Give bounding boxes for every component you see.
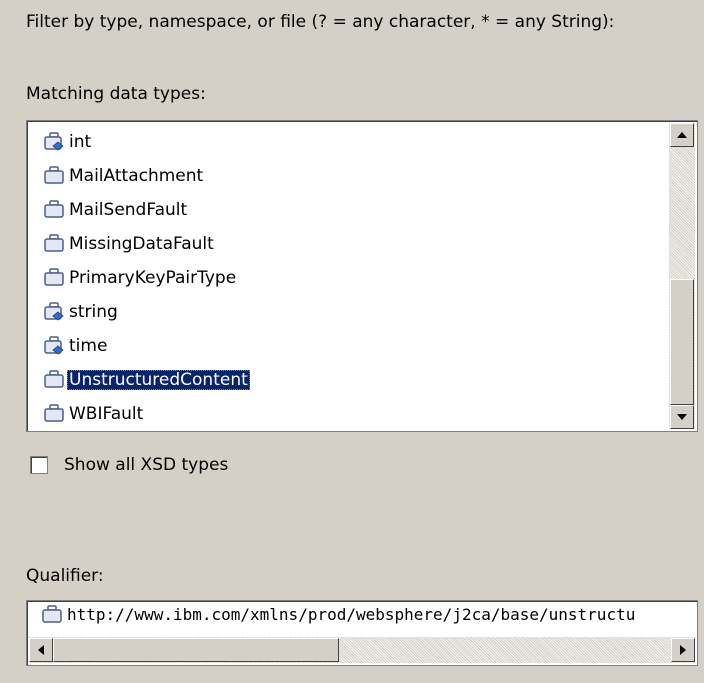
type-item-mailattachment[interactable]: MailAttachment [43, 161, 205, 191]
business-object-icon [44, 268, 64, 286]
qualifier-horizontal-scrollbar[interactable] [29, 637, 695, 663]
scroll-down-button[interactable] [670, 405, 694, 429]
type-item-label: time [69, 336, 108, 356]
type-item-wbifault[interactable]: WBIFault [43, 399, 145, 429]
arrow-left-icon [38, 645, 44, 655]
qualifier-item[interactable]: http://www.ibm.com/xmlns/prod/websphere/… [41, 602, 637, 628]
type-item-missingdatafault[interactable]: MissingDataFault [43, 229, 216, 259]
arrow-right-icon [680, 645, 686, 655]
business-object-icon [44, 234, 64, 252]
qualifier-list[interactable]: http://www.ibm.com/xmlns/prod/websphere/… [26, 600, 698, 666]
business-object-icon [44, 166, 64, 184]
type-item-label: MissingDataFault [69, 234, 214, 254]
type-item-primarykeypairtype[interactable]: PrimaryKeyPairType [43, 263, 238, 293]
business-object-icon [44, 370, 64, 388]
type-item-label: int [69, 132, 92, 152]
scroll-left-button[interactable] [29, 638, 53, 662]
matching-types-list[interactable]: int MailAttachment MailSendFault MissingDat… [26, 120, 698, 432]
qualifier-scroll-thumb[interactable] [53, 638, 339, 662]
type-item-label: WBIFault [69, 404, 144, 424]
qualifier-label: Qualifier: [26, 566, 104, 586]
type-item-string[interactable]: string [43, 297, 120, 327]
type-item-label: PrimaryKeyPairType [69, 268, 237, 288]
show-all-xsd-checkbox[interactable] [30, 456, 48, 474]
type-item-label: string [69, 302, 118, 322]
types-scroll-thumb[interactable] [670, 279, 694, 405]
type-item-label: MailAttachment [69, 166, 204, 186]
filter-label: Filter by type, namespace, or file (? = … [26, 12, 615, 32]
arrow-down-icon [677, 414, 687, 420]
qualifier-value: http://www.ibm.com/xmlns/prod/websphere/… [67, 605, 636, 624]
scroll-up-button[interactable] [670, 123, 694, 147]
arrow-up-icon [677, 132, 687, 138]
simple-type-icon [44, 336, 64, 355]
scroll-right-button[interactable] [671, 638, 695, 662]
matching-types-label: Matching data types: [26, 84, 206, 104]
business-object-icon [42, 605, 62, 623]
type-item-label: MailSendFault [69, 200, 188, 220]
simple-type-icon [44, 132, 64, 151]
show-all-xsd-label[interactable]: Show all XSD types [64, 455, 228, 475]
simple-type-icon [44, 302, 64, 321]
types-vertical-scrollbar[interactable] [669, 123, 695, 429]
type-item-label: UnstructuredContent [67, 370, 250, 390]
type-item-int[interactable]: int [43, 127, 93, 157]
type-item-time[interactable]: time [43, 331, 109, 361]
business-object-icon [44, 404, 64, 422]
type-item-unstructuredcontent[interactable]: UnstructuredContent [43, 365, 250, 395]
type-item-mailsendfault[interactable]: MailSendFault [43, 195, 189, 225]
business-object-icon [44, 200, 64, 218]
